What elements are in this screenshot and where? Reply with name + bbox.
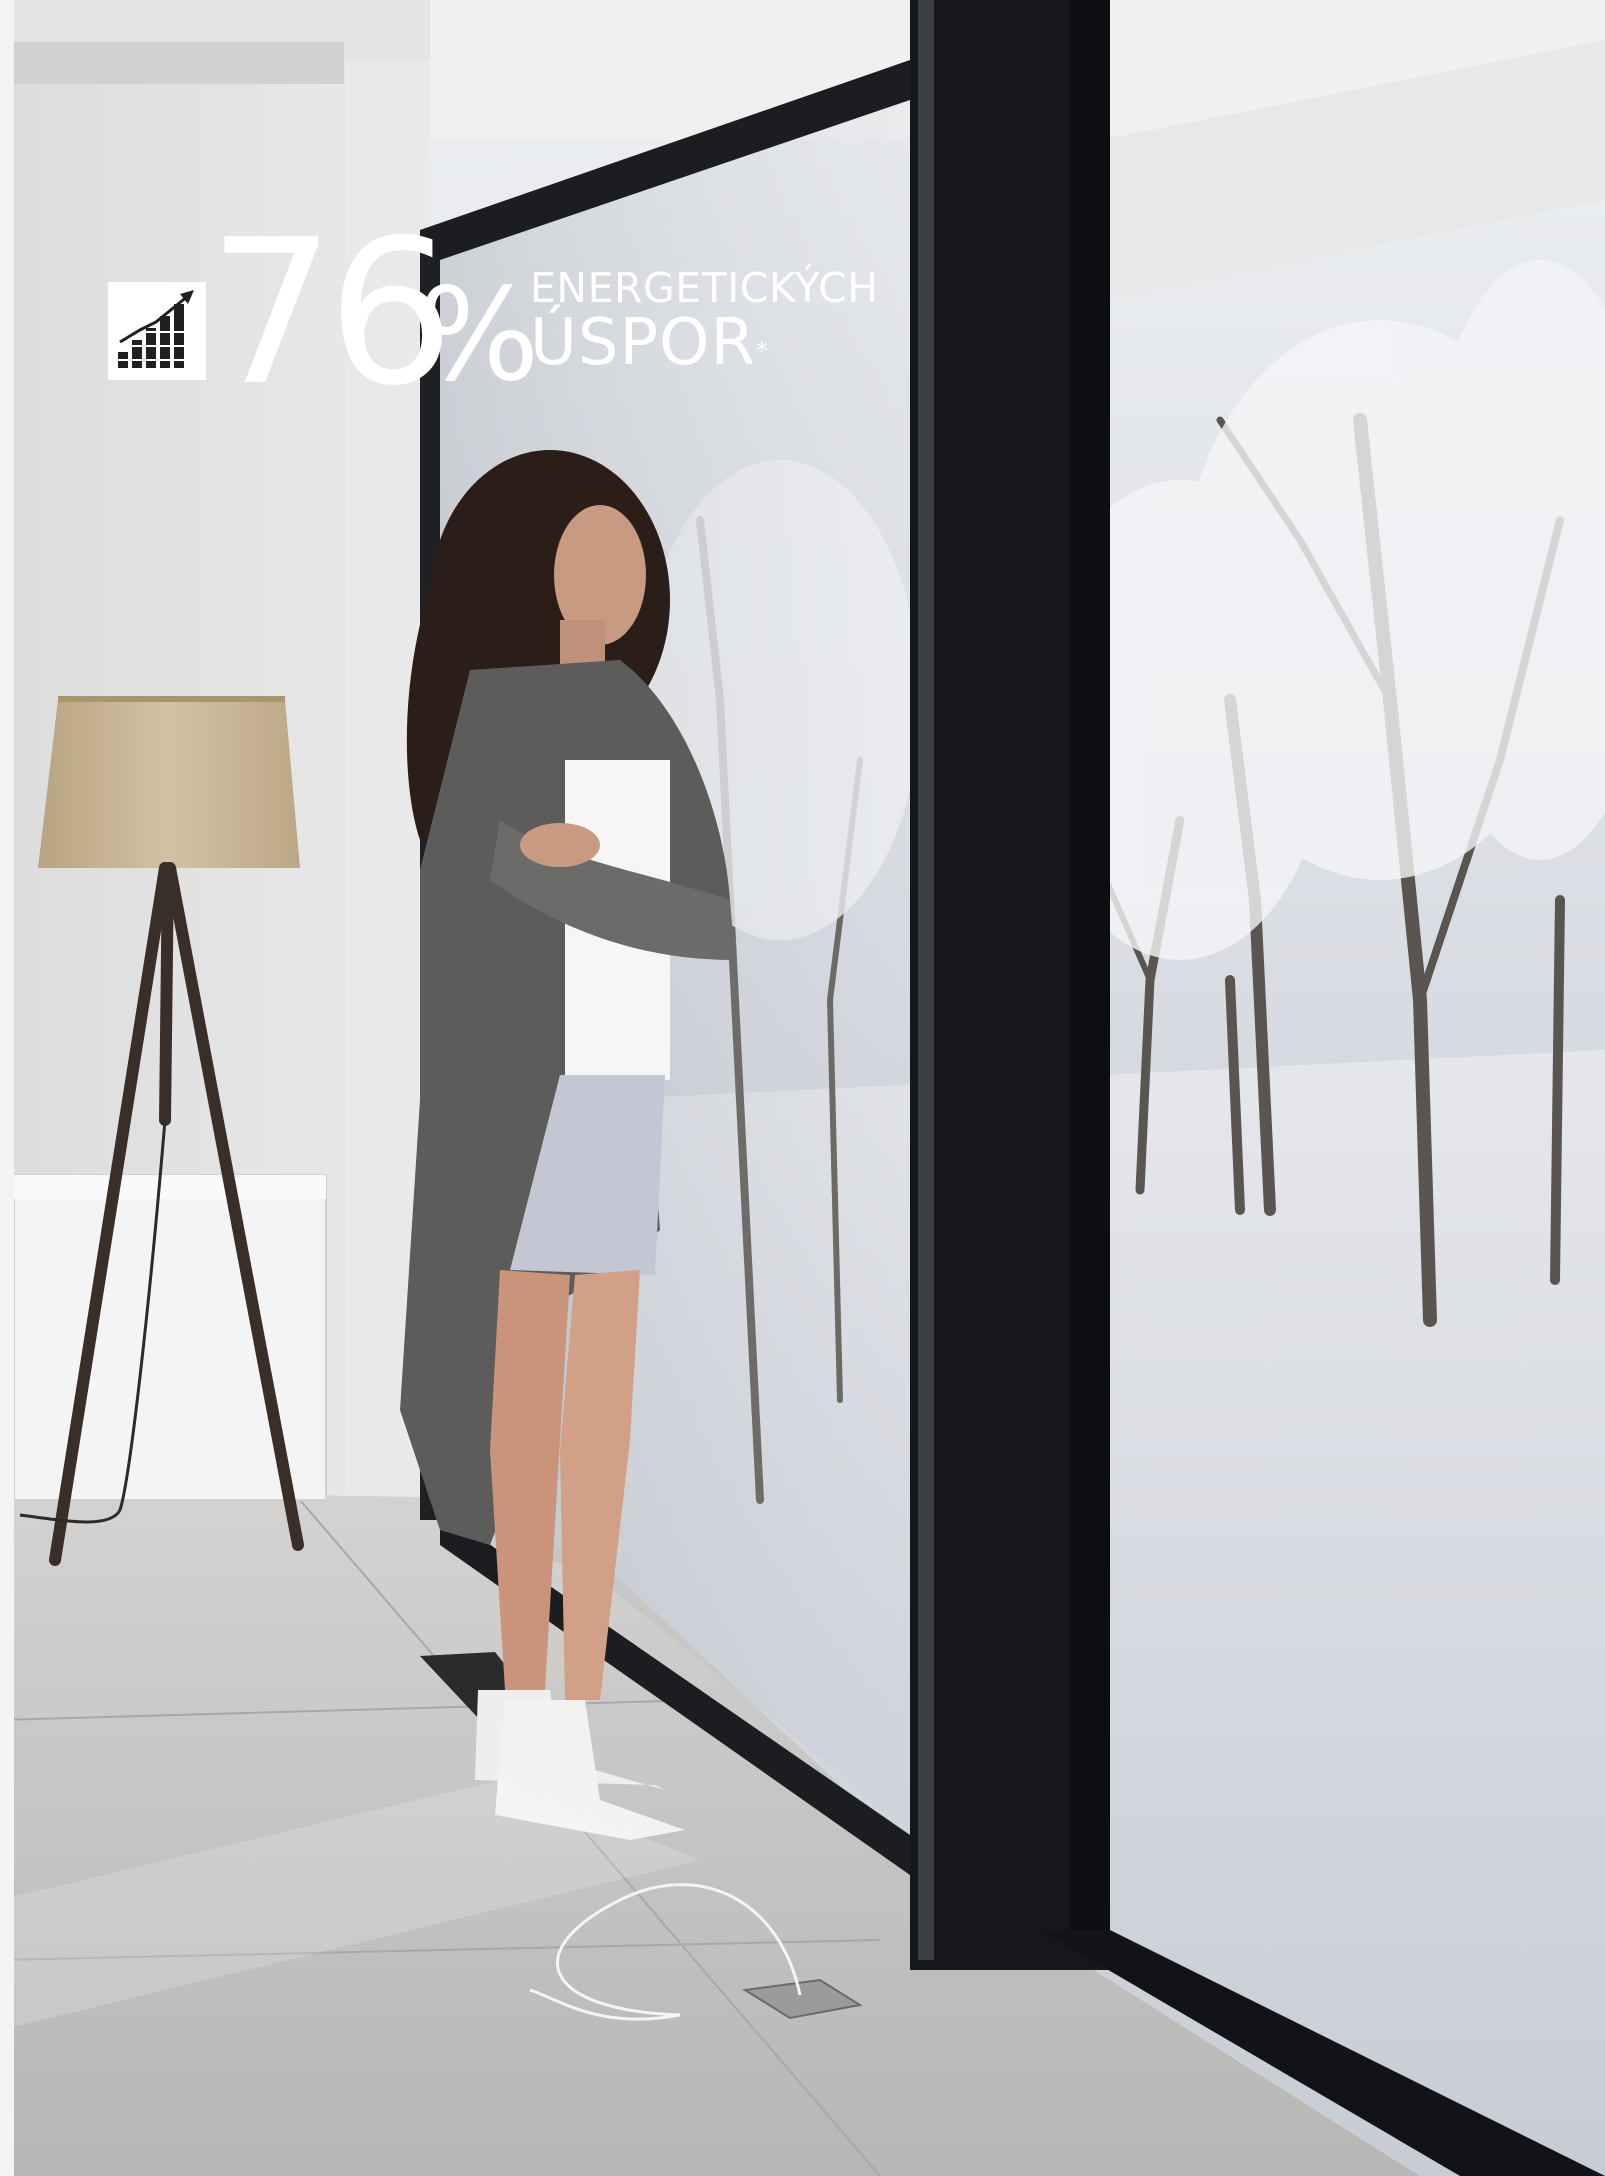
lamp-shade-top (58, 696, 285, 702)
ceiling-beam (14, 42, 344, 84)
advertisement-page: 76 % ENERGETICKÝCH ÚSPOR* (0, 0, 1605, 2176)
percent-sign: % (418, 261, 540, 410)
bar-chart-growth-icon (108, 282, 206, 380)
lamp-shade (38, 700, 300, 868)
footnote-asterisk: * (755, 337, 769, 365)
caption-line-energetic: ENERGETICKÝCH (530, 264, 879, 312)
energy-savings-headline: 76 % ENERGETICKÝCH ÚSPOR* (108, 214, 908, 414)
savings-caption: ENERGETICKÝCH ÚSPOR* (530, 266, 879, 376)
caption-savings-word: ÚSPOR (530, 306, 756, 380)
page-edge (0, 0, 14, 2176)
window-mullion-highlight (918, 0, 934, 1960)
woman-hand (520, 823, 600, 867)
savings-number: 76 (208, 197, 454, 430)
caption-line-savings: ÚSPOR* (530, 310, 879, 376)
sideboard-top (14, 1175, 326, 1199)
window-sash-edge (1070, 0, 1110, 1930)
